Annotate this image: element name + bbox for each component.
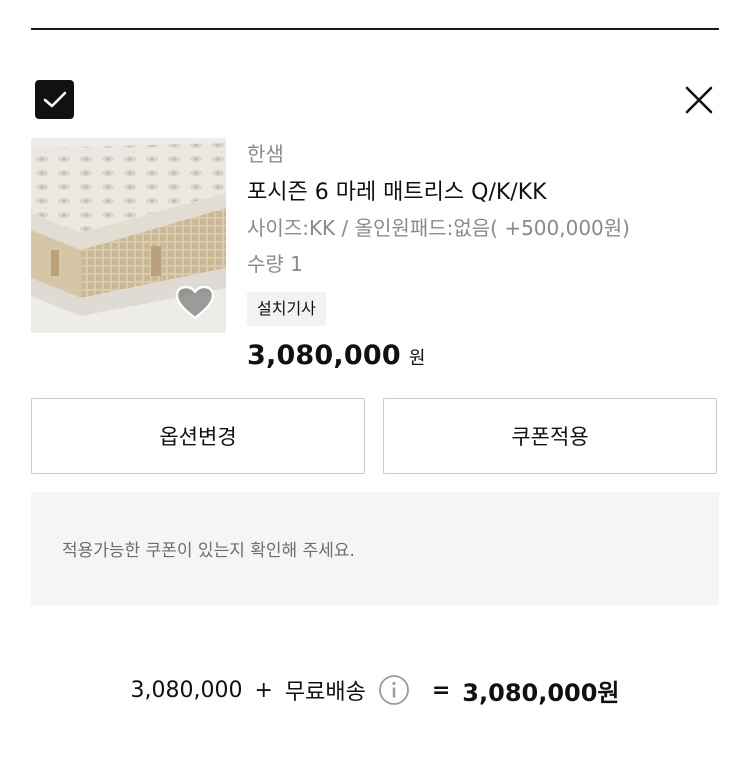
top-divider: [31, 28, 719, 30]
product-info: 한샘 포시즌 6 마레 매트리스 Q/K/KK 사이즈:KK / 올인원패드:없…: [247, 140, 630, 377]
install-tag: 설치기사: [247, 292, 326, 326]
info-icon[interactable]: [378, 674, 410, 706]
shipping-label: 무료배송: [284, 680, 366, 705]
heart-icon[interactable]: [174, 284, 216, 322]
total-amount: 3,080,000원: [462, 678, 620, 707]
apply-coupon-button[interactable]: 쿠폰적용: [383, 398, 717, 474]
change-option-button[interactable]: 옵션변경: [31, 398, 365, 474]
price-unit: 원: [408, 348, 426, 369]
product-price: 3,080,000 원: [247, 338, 630, 377]
order-summary: 3,080,000 + 무료배송 = 3,080,000원: [0, 670, 750, 710]
checkmark-icon: [43, 91, 66, 107]
product-options: 사이즈:KK / 올인원패드:없음( +500,000원): [247, 216, 630, 240]
equals-sign: =: [431, 677, 451, 703]
brand-name: 한샘: [247, 142, 284, 166]
product-title[interactable]: 포시즌 6 마레 매트리스 Q/K/KK: [247, 178, 630, 208]
close-icon[interactable]: [683, 84, 715, 116]
select-item-checkbox[interactable]: [35, 80, 74, 119]
price-value: 3,080,000: [247, 340, 401, 371]
coupon-message: 적용가능한 쿠폰이 있는지 확인해 주세요.: [62, 541, 355, 561]
coupon-notice: 적용가능한 쿠폰이 있는지 확인해 주세요.: [31, 492, 719, 605]
product-quantity: 수량 1: [247, 252, 303, 276]
plus-sign: +: [254, 677, 273, 703]
subtotal-amount: 3,080,000: [130, 677, 243, 703]
